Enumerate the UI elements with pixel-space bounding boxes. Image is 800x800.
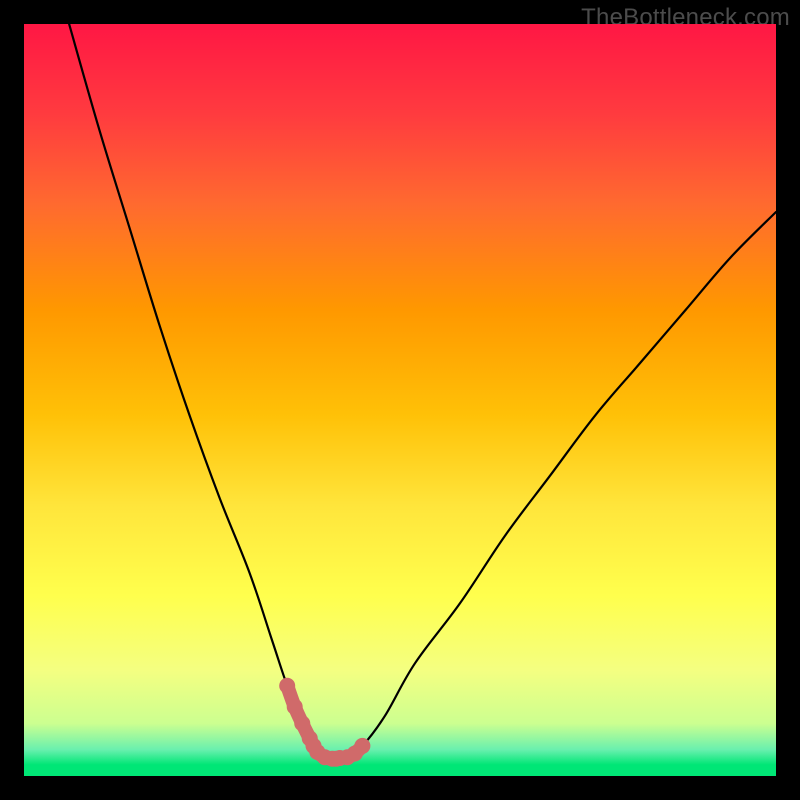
plot-area bbox=[24, 24, 776, 776]
highlight-dot bbox=[287, 699, 303, 715]
highlight-dot bbox=[354, 738, 370, 754]
highlight-dot bbox=[294, 715, 310, 731]
chart-frame: TheBottleneck.com bbox=[0, 0, 800, 800]
gradient-background bbox=[24, 24, 776, 776]
highlight-dot bbox=[279, 678, 295, 694]
chart-svg bbox=[24, 24, 776, 776]
